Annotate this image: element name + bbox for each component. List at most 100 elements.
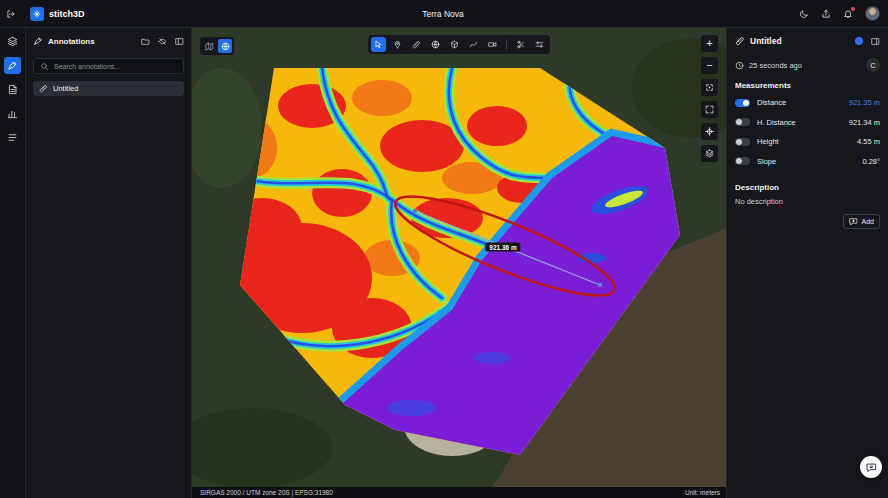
- unit-text: Unit: meters: [685, 489, 720, 496]
- map-control-button[interactable]: [701, 101, 718, 118]
- focus-icon: [705, 83, 714, 92]
- exit-icon[interactable]: [6, 9, 16, 19]
- toggle-knob: [736, 119, 742, 125]
- app-window: stitch3D Terra Nova Annotations Search anno…: [0, 0, 888, 498]
- description-title: Description: [735, 183, 880, 195]
- search-icon: [40, 62, 49, 71]
- app-name: stitch3D: [49, 9, 85, 19]
- annotation-item[interactable]: Untitled: [33, 81, 184, 96]
- view-mode-button[interactable]: [202, 39, 216, 53]
- compass-icon: [705, 127, 714, 136]
- rail-button[interactable]: [4, 57, 21, 74]
- globe-icon: [431, 40, 440, 49]
- workspace: Annotations Search annotations... Untitled…: [0, 28, 888, 498]
- terrain-map: [192, 28, 726, 487]
- scissors-icon: [516, 40, 525, 49]
- map-control-button[interactable]: [701, 123, 718, 140]
- layers-icon: [7, 36, 18, 47]
- pin-icon: [393, 40, 402, 49]
- toolbar-separator: [506, 39, 507, 50]
- annotation-color-dot[interactable]: [855, 37, 863, 45]
- add-button[interactable]: Add: [843, 214, 880, 229]
- tool-button[interactable]: [513, 37, 528, 52]
- measurement-label-text: H. Distance: [757, 118, 796, 127]
- tool-button[interactable]: [428, 37, 443, 52]
- fullscreen-icon: [705, 105, 714, 114]
- share-icon[interactable]: [821, 9, 831, 19]
- comment-add-icon: [849, 217, 858, 226]
- project-title: Terra Nova: [422, 9, 464, 19]
- measurement-label-text: Slope: [757, 157, 776, 166]
- sparkle-icon: [33, 10, 41, 18]
- tool-button[interactable]: [371, 37, 386, 52]
- notifications-button[interactable]: [843, 9, 853, 19]
- clock-icon: [735, 61, 744, 70]
- rail-button[interactable]: [4, 105, 21, 122]
- cursor-icon: [374, 40, 383, 49]
- add-label: Add: [862, 218, 874, 225]
- measurement-toggle[interactable]: [735, 99, 750, 107]
- rail-button[interactable]: [4, 81, 21, 98]
- user-initial: C: [866, 58, 880, 72]
- map-control-button[interactable]: [701, 79, 718, 96]
- measurement-toggle[interactable]: [735, 118, 750, 126]
- details-header: Untitled: [735, 34, 880, 48]
- ruler-icon: [39, 84, 48, 93]
- annotation-label: Untitled: [53, 84, 78, 93]
- measurement-label: 921.36 m: [485, 243, 520, 252]
- annotations-panel: Annotations Search annotations... Untitled: [26, 28, 192, 498]
- view-mode-button[interactable]: [218, 39, 232, 53]
- sidebar-icon[interactable]: [871, 37, 880, 46]
- annotation-title: Untitled: [750, 36, 782, 46]
- measurement-label-text: Height: [757, 137, 779, 146]
- sidebar-icon[interactable]: [175, 37, 184, 46]
- measurement-row: Slope 0.28°: [735, 152, 880, 172]
- toggle-knob: [736, 158, 742, 164]
- crs-text: SIRGAS 2000 / UTM zone 20S | EPSG:31980: [200, 489, 333, 496]
- measurement-row: H. Distance921.34 m: [735, 113, 880, 133]
- view-toggle: [200, 37, 234, 55]
- sliders-icon: [535, 40, 544, 49]
- user-avatar[interactable]: [865, 6, 880, 21]
- eye-off-icon[interactable]: [158, 37, 167, 46]
- measurement-toggle[interactable]: [735, 157, 750, 165]
- measurement-row: Height4.55 m: [735, 132, 880, 152]
- logo[interactable]: stitch3D: [30, 7, 85, 21]
- feedback-button[interactable]: [860, 456, 882, 478]
- zoom-button[interactable]: +: [701, 35, 718, 52]
- map-controls: +−: [701, 35, 718, 162]
- logo-icon: [30, 7, 44, 21]
- panel-header: Annotations: [33, 34, 184, 48]
- measurement-value: 0.28°: [862, 157, 880, 166]
- map-icon: [205, 42, 214, 51]
- rail-button[interactable]: [4, 33, 21, 50]
- measurement-row: Distance921.35 m: [735, 93, 880, 113]
- tool-button[interactable]: [447, 37, 462, 52]
- search-field[interactable]: Search annotations...: [33, 58, 184, 74]
- panel-title: Annotations: [48, 37, 95, 46]
- tool-button[interactable]: [390, 37, 405, 52]
- tool-button[interactable]: [409, 37, 424, 52]
- search-placeholder: Search annotations...: [54, 63, 120, 70]
- tool-button[interactable]: [485, 37, 500, 52]
- measurement-label-text: Distance: [757, 98, 786, 107]
- folder-icon[interactable]: [141, 37, 150, 46]
- icon-rail: [0, 28, 26, 498]
- toggle-knob: [736, 139, 742, 145]
- highlight-ellipse: [387, 180, 624, 313]
- rail-button[interactable]: [4, 129, 21, 146]
- ruler-icon: [735, 36, 745, 46]
- timestamp-row: 25 seconds agoC: [735, 58, 880, 72]
- map-control-button[interactable]: [701, 145, 718, 162]
- tool-button[interactable]: [466, 37, 481, 52]
- pen-tool-icon: [7, 60, 18, 71]
- description-text: No description: [735, 197, 880, 206]
- toggle-knob: [743, 100, 749, 106]
- moon-icon[interactable]: [799, 9, 809, 19]
- tool-button[interactable]: [532, 37, 547, 52]
- measurement-toggle[interactable]: [735, 138, 750, 146]
- cube-icon: [450, 40, 459, 49]
- measurements-title: Measurements: [735, 81, 880, 93]
- zoom-button[interactable]: −: [701, 57, 718, 74]
- map-view[interactable]: +−921.36 m: [192, 28, 726, 487]
